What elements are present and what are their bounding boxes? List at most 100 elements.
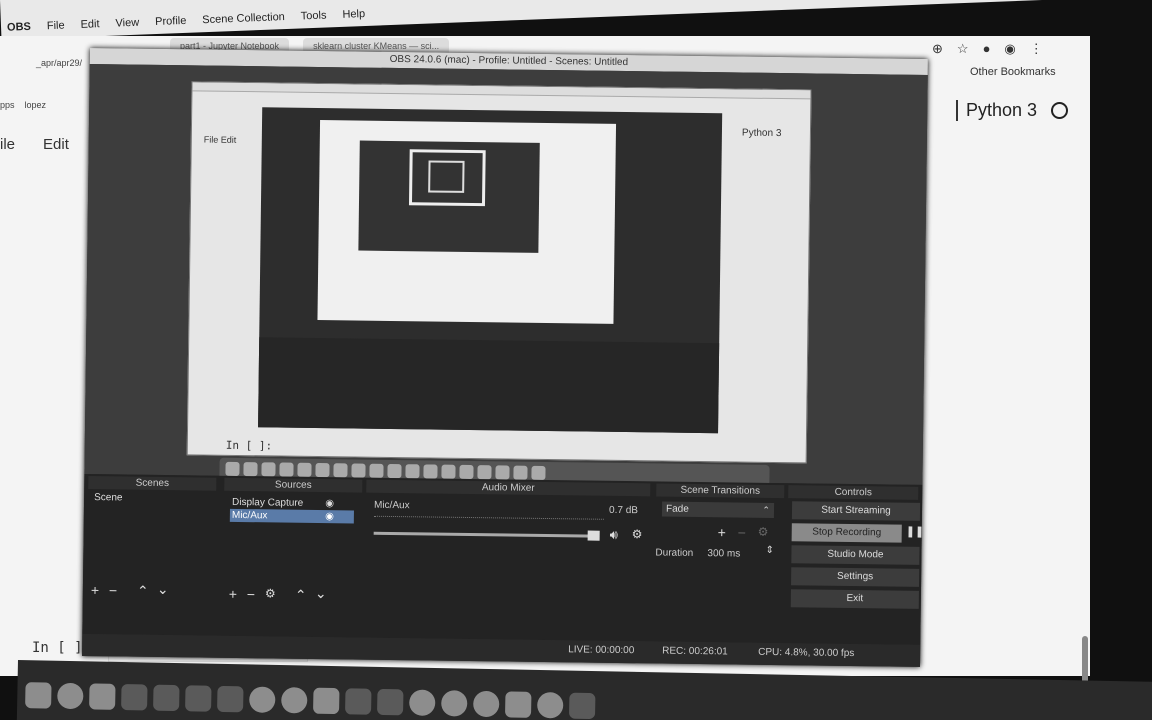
pause-recording-icon[interactable]: ❚❚ — [906, 525, 925, 538]
move-scene-up-icon[interactable]: ⌃ — [137, 583, 149, 600]
notebook-menu-edit[interactable]: Edit — [43, 136, 69, 153]
mixer-channel-name: Mic/Aux — [373, 499, 410, 512]
volume-slider[interactable] — [373, 531, 594, 538]
nested-preview-recursion-deep — [428, 160, 465, 193]
menubar-app-name[interactable]: OBS — [7, 21, 31, 34]
notebook-menu-file[interactable]: ile — [0, 136, 15, 153]
volume-slider-handle[interactable] — [587, 530, 600, 541]
dock-icon — [279, 462, 294, 477]
source-label: Display Capture — [231, 496, 304, 509]
bookmark-apps[interactable]: pps — [0, 100, 15, 110]
settings-button[interactable]: Settings — [791, 567, 920, 587]
cpu-status: CPU: 4.8%, 30.00 fps — [758, 646, 855, 660]
move-scene-down-icon[interactable]: ⌄ — [157, 581, 169, 598]
chrome-icon[interactable] — [249, 686, 276, 713]
controls-header: Controls — [788, 485, 919, 500]
exit-button[interactable]: Exit — [790, 589, 919, 609]
zoom-icon[interactable] — [409, 689, 436, 717]
scene-transitions-panel: Fade + − ⚙ Duration 300 ms ⇕ — [655, 497, 785, 617]
menu-scene-collection[interactable]: Scene Collection — [202, 11, 285, 26]
duration-input[interactable]: 300 ms — [707, 548, 740, 559]
visibility-eye-icon[interactable]: ◉ — [325, 510, 334, 523]
dock-icon — [441, 464, 456, 479]
dock-icon — [459, 464, 474, 480]
stop-recording-button[interactable]: Stop Recording — [791, 523, 902, 543]
launchpad-icon[interactable] — [57, 682, 84, 710]
add-scene-icon[interactable]: + — [91, 582, 99, 598]
speaker-icon[interactable]: 🔊︎ — [610, 527, 618, 543]
nested-preview-recursion — [408, 149, 486, 207]
pycharm-icon[interactable] — [504, 691, 532, 718]
app-store-icon[interactable] — [313, 687, 340, 715]
move-source-down-icon[interactable]: ⌄ — [315, 585, 327, 602]
dock-icon — [423, 464, 438, 479]
bookmarks-bar: pps lopez — [0, 100, 46, 110]
url-bar[interactable]: _apr/apr29/ — [36, 58, 82, 68]
menu-profile[interactable]: Profile — [155, 15, 187, 28]
menu-file[interactable]: File — [47, 20, 65, 33]
obs-preview[interactable]: File Edit Python 3 In [ ]: — [84, 63, 928, 487]
dock-icon — [333, 463, 348, 478]
source-settings-gear-icon[interactable]: ⚙ — [265, 586, 276, 600]
terminal-icon[interactable] — [345, 688, 372, 715]
remove-source-icon[interactable]: − — [247, 586, 255, 602]
slack-icon[interactable] — [377, 688, 404, 716]
obs-window: OBS 24.0.6 (mac) - Profile: Untitled - S… — [82, 48, 928, 667]
dock-icon — [225, 461, 240, 476]
duration-stepper-icon[interactable]: ⇕ — [765, 545, 774, 556]
more-menu-icon[interactable]: ⋮ — [1030, 41, 1043, 57]
dock-icon — [243, 462, 258, 477]
dock-icon — [477, 465, 492, 480]
keynote-icon[interactable] — [121, 683, 148, 711]
bookmark-lopez[interactable]: lopez — [25, 100, 47, 110]
live-status: LIVE: 00:00:00 — [568, 644, 635, 657]
transition-select[interactable]: Fade — [661, 501, 775, 518]
mixer-gear-icon[interactable]: ⚙ — [632, 527, 643, 541]
move-source-up-icon[interactable]: ⌃ — [295, 587, 307, 604]
add-transition-icon[interactable]: + — [718, 524, 726, 540]
mail-icon[interactable] — [153, 684, 180, 712]
x-icon[interactable] — [217, 685, 244, 713]
menu-tools[interactable]: Tools — [301, 9, 327, 22]
preview-nested-screen: File Edit Python 3 In [ ]: — [186, 81, 812, 464]
mac-menubar: OBS File Edit View Profile Scene Collect… — [0, 0, 1101, 40]
notes-icon[interactable] — [89, 683, 116, 710]
start-streaming-button[interactable]: Start Streaming — [791, 501, 921, 521]
zoom-icon[interactable]: ⊕ — [932, 41, 943, 57]
mixer-channel-db: 0.7 dB — [608, 504, 639, 517]
kernel-indicator: Python 3 — [956, 100, 1069, 121]
sources-panel: Display Capture ◉ Mic/Aux ◉ + − ⚙ ⌃ ⌄ — [223, 492, 363, 612]
finder-icon[interactable] — [25, 682, 52, 709]
menu-view[interactable]: View — [115, 17, 139, 30]
tv-icon[interactable] — [185, 685, 212, 712]
extension-icon[interactable]: ● — [983, 41, 991, 57]
firefox-icon[interactable] — [281, 687, 308, 714]
obs-docks: Scenes Sources Audio Mixer Scene Transit… — [82, 473, 924, 645]
nested-menubar — [192, 82, 811, 100]
volume-meter — [373, 515, 604, 524]
cloud-icon[interactable] — [472, 690, 500, 718]
scene-item[interactable]: Scene — [94, 492, 123, 503]
nested-cell-prompt: In [ ]: — [225, 438, 273, 453]
studio-mode-button[interactable]: Studio Mode — [791, 545, 920, 565]
help-icon[interactable] — [536, 691, 564, 719]
visibility-eye-icon[interactable]: ◉ — [325, 497, 334, 510]
scene-transitions-header: Scene Transitions — [656, 483, 785, 499]
other-bookmarks[interactable]: Other Bookmarks — [970, 66, 1056, 78]
trash-icon[interactable] — [568, 692, 596, 720]
menu-edit[interactable]: Edit — [80, 18, 99, 31]
dock-icon — [513, 465, 528, 480]
transition-gear-icon[interactable]: ⚙ — [758, 525, 769, 539]
add-source-icon[interactable]: + — [229, 586, 237, 602]
star-icon[interactable]: ☆ — [957, 41, 969, 57]
source-item-mic-aux[interactable]: Mic/Aux ◉ — [229, 508, 354, 524]
dock-icon — [369, 463, 384, 478]
sources-header: Sources — [224, 477, 363, 493]
remove-transition-icon[interactable]: − — [738, 525, 746, 541]
nested-obs-window — [258, 107, 723, 434]
menu-help[interactable]: Help — [342, 8, 365, 21]
settings-icon[interactable] — [441, 690, 468, 717]
profile-avatar-icon[interactable]: ◉ — [1004, 41, 1015, 57]
remove-scene-icon[interactable]: − — [109, 582, 117, 598]
controls-panel: Start Streaming Stop Recording ❚❚ Studio… — [787, 499, 924, 619]
